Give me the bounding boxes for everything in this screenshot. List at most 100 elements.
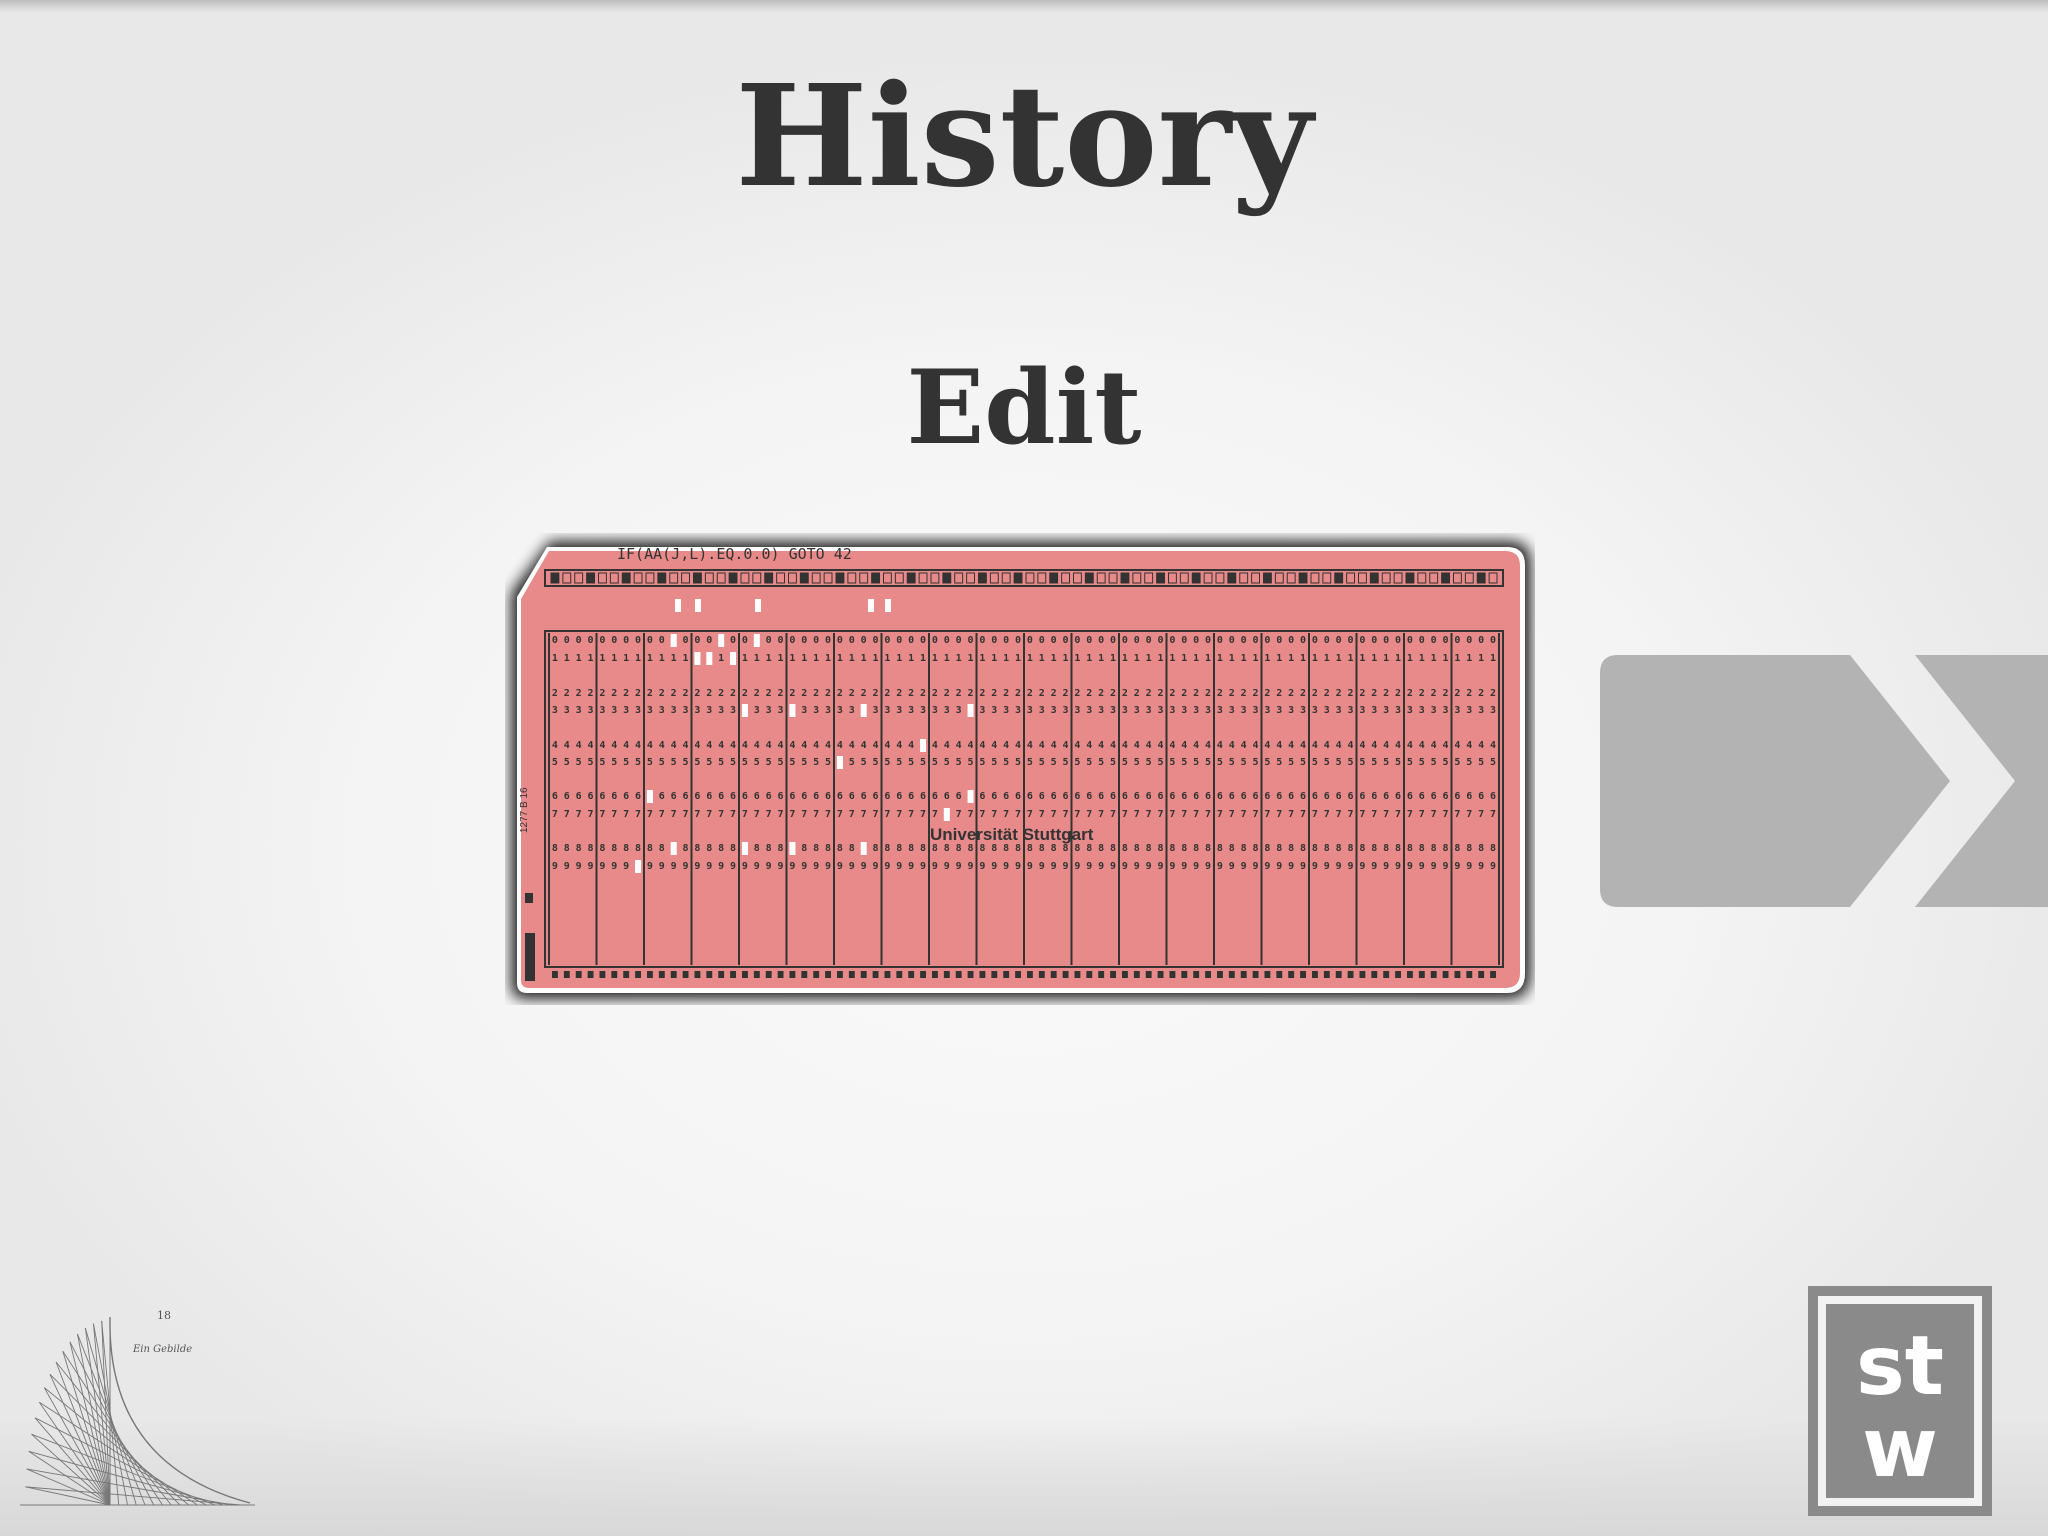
card-digit: 9 bbox=[944, 861, 950, 872]
card-digit: 1 bbox=[671, 653, 677, 664]
card-digit: 0 bbox=[1003, 635, 1009, 646]
card-digit: 5 bbox=[778, 757, 784, 768]
sketch-ray bbox=[43, 1387, 111, 1506]
card-footer-mark bbox=[1276, 971, 1283, 978]
card-footer-mark bbox=[1430, 971, 1437, 978]
card-digit: 9 bbox=[1336, 861, 1342, 872]
card-digit: 3 bbox=[1205, 705, 1211, 716]
card-digit: 9 bbox=[1015, 861, 1021, 872]
card-digit: 5 bbox=[956, 757, 962, 768]
card-footer-mark bbox=[1062, 971, 1069, 978]
card-digit: 2 bbox=[1169, 688, 1175, 699]
next-slide-arrow[interactable] bbox=[1600, 655, 2048, 907]
sketch-ray bbox=[55, 1361, 111, 1506]
card-digit: 9 bbox=[576, 861, 582, 872]
card-digit: 8 bbox=[825, 843, 831, 854]
card-digit: 0 bbox=[659, 635, 665, 646]
card-digit: 5 bbox=[635, 757, 641, 768]
card-footer-mark bbox=[1490, 971, 1496, 978]
card-digit: 6 bbox=[873, 791, 879, 802]
card-digit: 5 bbox=[991, 757, 997, 768]
card-digit: 0 bbox=[873, 635, 879, 646]
card-digit: 5 bbox=[659, 757, 665, 768]
card-digit: 3 bbox=[588, 705, 594, 716]
card-footer-mark bbox=[623, 971, 630, 978]
card-digit: 4 bbox=[1276, 740, 1282, 751]
card-digit: 6 bbox=[956, 791, 962, 802]
card-digit: 8 bbox=[718, 843, 724, 854]
card-digit: 2 bbox=[1158, 688, 1164, 699]
card-digit: 1 bbox=[1395, 653, 1401, 664]
card-digit: 6 bbox=[730, 791, 736, 802]
card-digit: 0 bbox=[1336, 635, 1342, 646]
card-punched-hole bbox=[675, 599, 681, 612]
card-digit: 8 bbox=[979, 843, 985, 854]
card-digit: 2 bbox=[1181, 688, 1187, 699]
card-digit: 0 bbox=[1288, 635, 1294, 646]
card-digit: 3 bbox=[1371, 705, 1377, 716]
card-footer-mark bbox=[552, 971, 558, 978]
card-digit: 8 bbox=[1063, 843, 1069, 854]
card-digit: 4 bbox=[671, 740, 677, 751]
card-digit: 2 bbox=[896, 688, 902, 699]
card-footer-mark bbox=[1169, 971, 1176, 978]
stw-logo: st w bbox=[1808, 1286, 1992, 1516]
card-digit: 0 bbox=[979, 635, 985, 646]
card-digit: 2 bbox=[1241, 688, 1247, 699]
card-digit: 5 bbox=[920, 757, 926, 768]
card-digit: 3 bbox=[564, 705, 570, 716]
card-digit: 2 bbox=[1253, 688, 1259, 699]
sketch-chord bbox=[55, 1361, 172, 1506]
card-digit: 9 bbox=[1443, 861, 1449, 872]
card-digit: 1 bbox=[1431, 653, 1437, 664]
card-digit: 1 bbox=[1169, 653, 1175, 664]
card-digit: 1 bbox=[1264, 653, 1270, 664]
card-digit: 5 bbox=[552, 757, 558, 768]
card-strip-mark bbox=[1156, 572, 1165, 584]
card-digit: 2 bbox=[1336, 688, 1342, 699]
card-digit: 3 bbox=[1217, 705, 1223, 716]
card-digit: 7 bbox=[635, 809, 641, 820]
next-chevron-icon[interactable] bbox=[1600, 655, 2048, 907]
card-digit: 5 bbox=[671, 757, 677, 768]
card-digit: 5 bbox=[873, 757, 879, 768]
card-digit: 0 bbox=[1134, 635, 1140, 646]
card-digit: 0 bbox=[1443, 635, 1449, 646]
card-digit: 5 bbox=[1181, 757, 1187, 768]
card-punched-hole bbox=[635, 860, 642, 873]
card-digit: 2 bbox=[1074, 688, 1080, 699]
card-digit: 5 bbox=[588, 757, 594, 768]
card-digit: 7 bbox=[1276, 809, 1282, 820]
card-strip-mark bbox=[621, 572, 631, 584]
card-footer-mark bbox=[765, 971, 772, 978]
card-digit: 9 bbox=[778, 861, 784, 872]
card-digit: 2 bbox=[1086, 688, 1092, 699]
card-digit: 3 bbox=[920, 705, 926, 716]
card-digit: 8 bbox=[730, 843, 736, 854]
card-digit: 7 bbox=[1336, 809, 1342, 820]
card-digit: 7 bbox=[1490, 809, 1496, 820]
card-digit: 0 bbox=[1015, 635, 1021, 646]
card-digit: 1 bbox=[659, 653, 665, 664]
card-digit: 5 bbox=[1276, 757, 1282, 768]
card-digit: 2 bbox=[873, 688, 879, 699]
card-digit: 5 bbox=[1264, 757, 1270, 768]
card-footer-mark bbox=[777, 971, 784, 978]
card-digit: 9 bbox=[1063, 861, 1069, 872]
card-punched-hole bbox=[860, 704, 867, 717]
sketch-chord bbox=[62, 1350, 163, 1506]
card-digit: 7 bbox=[991, 809, 997, 820]
card-digit: 4 bbox=[683, 740, 689, 751]
card-digit: 6 bbox=[1312, 791, 1318, 802]
card-digit: 4 bbox=[908, 740, 914, 751]
card-digit: 7 bbox=[1169, 809, 1175, 820]
card-digit: 0 bbox=[1490, 635, 1496, 646]
card-digit: 2 bbox=[718, 688, 724, 699]
card-digit: 9 bbox=[1359, 861, 1365, 872]
card-digit: 2 bbox=[1371, 688, 1377, 699]
card-digit: 6 bbox=[671, 791, 677, 802]
card-digit: 0 bbox=[884, 635, 890, 646]
card-digit: 1 bbox=[884, 653, 890, 664]
card-digit: 8 bbox=[932, 843, 938, 854]
card-digit: 3 bbox=[1490, 705, 1496, 716]
